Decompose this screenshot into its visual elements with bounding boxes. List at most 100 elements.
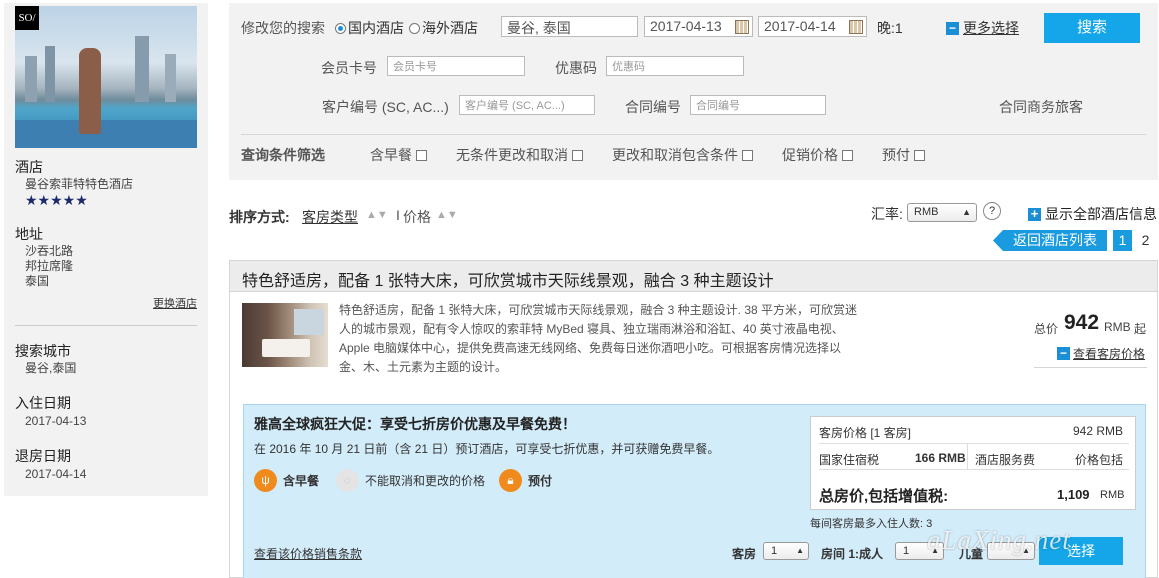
filter-conditional-cancel[interactable]: 更改和取消包含条件 (612, 145, 753, 165)
hotel-name: 曼谷索菲特特色酒店 (25, 177, 134, 191)
back-to-hotel-list-button[interactable]: 返回酒店列表 (993, 230, 1107, 251)
amenity-label: 预付 (528, 474, 553, 488)
amenity-non-refundable: ◌ 不能取消和更改的价格 (336, 469, 485, 492)
checkbox-icon[interactable] (914, 149, 925, 161)
member-card-input[interactable]: 会员卡号 (387, 56, 525, 76)
view-room-rates-link[interactable]: − 查看客房价格 (1057, 345, 1145, 362)
search-button[interactable]: 搜索 (1044, 13, 1140, 43)
contract-number-input[interactable]: 合同编号 (690, 95, 826, 115)
search-panel: 修改您的搜索 国内酒店 海外酒店 曼谷, 泰国 2017-04-13 2017-… (229, 3, 1158, 180)
sort-arrows-icon[interactable]: ▲▼ (436, 209, 458, 221)
checkin-value: 2017-04-13 (25, 414, 87, 428)
amenity-label: 含早餐 (283, 474, 320, 488)
sort-arrows-icon[interactable]: ▲▼ (366, 209, 388, 221)
checkout-label: 退房日期 (15, 448, 71, 464)
checkbox-icon[interactable] (416, 149, 427, 161)
room-title: 特色舒适房，配备 1 张特大床，可欣赏城市天际线景观，融合 3 种主题设计 (242, 273, 774, 290)
checkin-label: 入住日期 (15, 395, 71, 411)
amenity-label: 不能取消和更改的价格 (365, 474, 486, 488)
change-hotel-link[interactable]: 更换酒店 (153, 295, 197, 311)
sidebar-divider (15, 325, 197, 326)
address-line: 邦拉席隆 (25, 259, 74, 273)
radio-overseas[interactable]: 海外酒店 (409, 18, 478, 38)
filter-breakfast[interactable]: 含早餐 (370, 145, 427, 165)
lock-icon: 🔒︎ (499, 469, 522, 492)
show-all-label: 显示全部酒店信息 (1045, 206, 1157, 222)
sort-by-room-type[interactable]: 客房类型 (302, 207, 358, 227)
star-rating: ★★★★★ (25, 192, 88, 208)
minus-icon: − (946, 21, 959, 35)
max-guests-note: 每间客房最多入住人数: 3 (810, 518, 933, 530)
checkbox-icon[interactable] (572, 149, 583, 161)
page-1-button[interactable]: 1 (1113, 230, 1132, 251)
filter-label: 促销价格 (782, 147, 838, 163)
hotel-photo: SO/ (15, 6, 197, 148)
page-2-button[interactable]: 2 (1136, 230, 1155, 251)
hotel-brand-logo: SO/ (15, 6, 39, 30)
sort-by-price[interactable]: 价格 (403, 207, 431, 227)
adults-select[interactable]: 1 ▲ (895, 542, 944, 560)
amenity-prepay: 🔒︎ 预付 (499, 469, 552, 492)
room-description: 特色舒适房，配备 1 张特大床，可欣赏城市天际线景观，融合 3 种主题设计. 3… (339, 303, 858, 374)
checkbox-icon[interactable] (742, 149, 753, 161)
adults-label: 房间 1:成人 (821, 547, 884, 561)
price-from-label: 起 (1134, 322, 1147, 336)
promo-code-input[interactable]: 优惠码 (606, 56, 744, 76)
calendar-icon[interactable] (735, 20, 749, 34)
select-arrows-icon: ▲ (962, 207, 971, 217)
table-divider (819, 443, 1129, 444)
checkbox-icon[interactable] (842, 149, 853, 161)
filter-label: 含早餐 (370, 147, 412, 163)
show-all-hotel-info[interactable]: + 显示全部酒店信息 (1028, 204, 1157, 224)
grand-total-currency: RMB (1100, 489, 1125, 501)
sort-separator: I (396, 207, 400, 223)
city-label: 搜索城市 (15, 343, 71, 359)
client-number-input[interactable]: 客户编号 (SC, AC...) (459, 95, 595, 115)
filter-free-cancel[interactable]: 无条件更改和取消 (456, 145, 583, 165)
address-line: 泰国 (25, 274, 50, 288)
room-photo[interactable] (242, 303, 328, 367)
contract-number-label: 合同编号 (625, 99, 681, 115)
promo-code-label: 优惠码 (555, 60, 597, 76)
address-label: 地址 (15, 226, 43, 242)
no-cancel-icon: ◌ (336, 469, 359, 492)
amenity-breakfast: ψ 含早餐 (254, 469, 319, 492)
total-price-label: 总价 (1034, 322, 1059, 336)
radio-unselected-icon (409, 22, 420, 34)
filter-prepaid[interactable]: 预付 (882, 145, 925, 165)
sales-terms-link[interactable]: 查看该价格销售条款 (254, 545, 362, 562)
children-select[interactable]: ▲ (987, 542, 1035, 560)
exchange-rate-label: 汇率: (871, 206, 903, 222)
table-divider (819, 469, 1129, 470)
select-rate-button[interactable]: 选择 (1039, 537, 1123, 565)
hotel-label: 酒店 (15, 159, 43, 175)
tax-label: 国家住宿税 (819, 453, 880, 467)
select-arrows-icon: ▲ (796, 546, 804, 555)
more-options-toggle[interactable]: − 更多选择 (946, 18, 1019, 38)
children-label: 儿童 (959, 547, 984, 561)
filter-promo-price[interactable]: 促销价格 (782, 145, 853, 165)
rooms-select[interactable]: 1 ▲ (763, 542, 809, 560)
checkout-value: 2017-04-14 (25, 467, 87, 481)
filter-title: 查询条件筛选 (241, 147, 325, 163)
radio-selected-icon (335, 22, 346, 34)
filter-label: 更改和取消包含条件 (612, 147, 738, 163)
currency-select[interactable]: RMB ▲ (907, 203, 977, 222)
filter-label: 预付 (882, 147, 910, 163)
help-icon[interactable]: ? (983, 202, 1001, 220)
room-price-label: 客房价格 [1 客房] (819, 426, 912, 440)
nights-count: 晚:1 (877, 20, 903, 36)
plus-icon: + (1028, 207, 1041, 221)
price-breakdown-table: 客房价格 [1 客房] 942 RMB 国家住宿税 166 RMB 酒店服务费 … (810, 416, 1136, 510)
total-price-currency: RMB (1104, 320, 1131, 334)
rooms-value: 1 (771, 545, 778, 557)
calendar-icon[interactable] (849, 20, 863, 34)
more-options-label: 更多选择 (963, 20, 1019, 36)
destination-input[interactable]: 曼谷, 泰国 (501, 16, 638, 37)
promo-text: 在 2016 年 10 月 21 日前（含 21 日）预订酒店，可享受七折优惠，… (254, 442, 720, 456)
grand-total-value: 1,109 (1057, 487, 1090, 502)
tax-value: 166 RMB (915, 451, 966, 465)
promo-rate-box: 雅高全球疯狂大促：享受七折房价优惠及早餐免费！ 在 2016 年 10 月 21… (243, 404, 1146, 578)
radio-domestic[interactable]: 国内酒店 (335, 18, 404, 38)
service-fee-label: 酒店服务费 (975, 453, 1036, 467)
